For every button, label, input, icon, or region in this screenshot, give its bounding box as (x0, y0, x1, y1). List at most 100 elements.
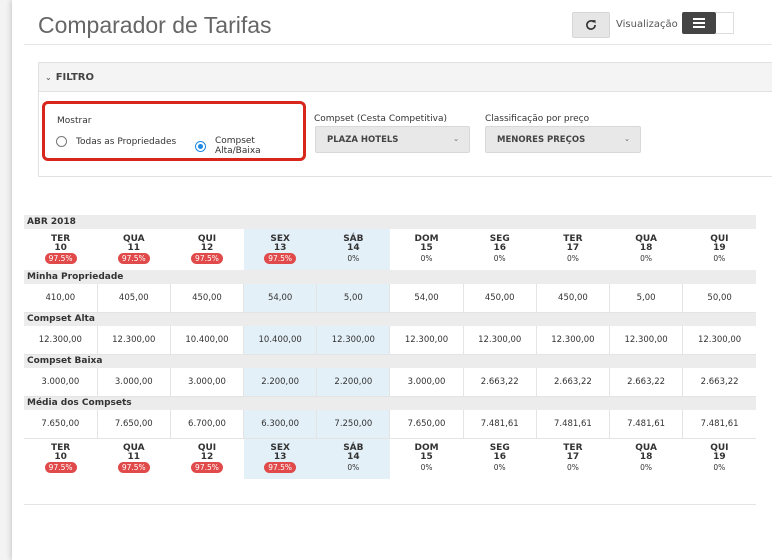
rate-cell[interactable]: 12.300,00 (316, 326, 391, 355)
rate-cell[interactable]: 7.250,00 (316, 410, 391, 439)
rate-cell[interactable]: 3.000,00 (170, 368, 245, 397)
table-bottom-divider (24, 504, 756, 505)
day-number: 16 (493, 243, 506, 253)
dates-row-bottom: TER 10 97.5% QUA 11 97.5% QUI 12 97.5% SEX 13 97.5%… (24, 438, 756, 479)
rate-cell[interactable]: 3.000,00 (97, 368, 171, 397)
day-number: 11 (127, 243, 141, 253)
rate-cell[interactable]: 7.481,61 (682, 410, 756, 439)
rate-cell[interactable]: 7.650,00 (389, 410, 464, 439)
occupancy-badge: 97.5% (44, 462, 77, 474)
day-number: 13 (273, 243, 287, 253)
date-cell[interactable]: SÁB 14 0% (316, 438, 390, 479)
date-cell[interactable]: SEX 13 97.5% (243, 229, 317, 270)
date-cell[interactable]: DOM 15 0% (390, 438, 463, 479)
chevron-down-icon: ⌄ (453, 135, 459, 143)
rate-cell[interactable]: 12.300,00 (609, 326, 684, 355)
rate-cell[interactable]: 7.481,61 (536, 410, 611, 439)
compset-select[interactable]: PLAZA HOTELS ⌄ (315, 126, 470, 153)
date-cell[interactable]: TER 17 0% (536, 438, 609, 479)
price-sort-select[interactable]: MENORES PREÇOS ⌄ (485, 126, 641, 153)
rate-cell[interactable]: 2.663,22 (536, 368, 611, 397)
rate-cell[interactable]: 450,00 (463, 284, 537, 313)
section-label: Compset Alta (24, 312, 756, 326)
rate-cell[interactable]: 405,00 (97, 284, 171, 313)
view-list-toggle[interactable] (682, 12, 716, 34)
occupancy-value: 0% (713, 463, 726, 473)
rate-cell[interactable]: 12.300,00 (463, 326, 537, 355)
rate-cell[interactable]: 7.650,00 (24, 410, 98, 439)
day-number: 12 (200, 243, 214, 253)
section-row: Compset Alta (24, 312, 756, 326)
date-cell[interactable]: TER 10 97.5% (24, 229, 97, 270)
occupancy-badge: 97.5% (191, 253, 223, 264)
rate-cell[interactable]: 6.300,00 (243, 410, 318, 439)
day-number: 17 (566, 452, 580, 463)
radio-button[interactable] (56, 136, 67, 147)
occupancy-value: 0% (640, 463, 653, 473)
occupancy-value: 0% (566, 254, 579, 263)
rate-cell[interactable]: 10.400,00 (170, 326, 245, 355)
date-cell[interactable]: QUI 12 97.5% (170, 229, 243, 270)
rate-cell[interactable]: 3.000,00 (389, 368, 464, 397)
rate-cell[interactable]: 2.663,22 (609, 368, 684, 397)
date-cell[interactable]: QUI 12 97.5% (170, 438, 243, 479)
rate-cell[interactable]: 7.481,61 (463, 410, 537, 439)
rate-cell[interactable]: 7.481,61 (609, 410, 684, 439)
view-grid-toggle[interactable] (716, 12, 734, 34)
chevron-down-icon: ⌄ (45, 72, 52, 82)
filter-toggle[interactable]: ⌄ FILTRO (39, 63, 772, 92)
day-number: 13 (273, 452, 287, 463)
price-sort-value: MENORES PREÇOS (497, 134, 586, 145)
day-number: 18 (639, 243, 653, 253)
rate-cell[interactable]: 50,00 (682, 284, 756, 313)
list-icon (693, 18, 705, 28)
rate-cell[interactable]: 12.300,00 (389, 326, 464, 355)
radio-label: Compset Alta/Baixa (214, 136, 261, 156)
day-number: 14 (347, 243, 360, 253)
radio-all-properties[interactable]: Todas as Propriedades (56, 136, 176, 147)
page-title: Comparador de Tarifas (38, 12, 272, 38)
date-cell[interactable]: QUI 19 0% (683, 229, 756, 270)
filter-heading: FILTRO (55, 71, 94, 83)
date-cell[interactable]: TER 17 0% (536, 229, 609, 270)
rate-cell[interactable]: 2.200,00 (316, 368, 391, 397)
date-cell[interactable]: QUI 19 0% (683, 438, 756, 479)
occupancy-value: 0% (493, 463, 506, 473)
date-cell[interactable]: QUA 18 0% (610, 229, 683, 270)
refresh-button[interactable] (572, 12, 610, 38)
date-cell[interactable]: SÁB 14 0% (316, 229, 390, 270)
date-cell[interactable]: TER 10 97.5% (24, 438, 97, 479)
rate-cell[interactable]: 2.200,00 (243, 368, 318, 397)
rate-cell[interactable]: 12.300,00 (97, 326, 171, 355)
rate-cell[interactable]: 54,00 (389, 284, 464, 313)
day-number: 16 (493, 452, 506, 463)
radio-button-selected[interactable] (195, 140, 206, 152)
rate-cell[interactable]: 12.300,00 (536, 326, 611, 355)
date-cell[interactable]: SEG 16 0% (463, 229, 536, 270)
rate-cell[interactable]: 2.663,22 (463, 368, 537, 397)
rate-cell[interactable]: 450,00 (170, 284, 245, 313)
rate-cell[interactable]: 5,00 (316, 284, 391, 313)
rate-cell[interactable]: 3.000,00 (24, 368, 98, 397)
rate-cell[interactable]: 12.300,00 (24, 326, 98, 355)
rate-cell[interactable]: 54,00 (243, 284, 318, 313)
rate-comparator-page: Comparador de Tarifas Visualização ⌄ FIL… (12, 0, 772, 560)
date-cell[interactable]: DOM 15 0% (390, 229, 463, 270)
date-cell[interactable]: QUA 11 97.5% (97, 229, 170, 270)
rate-cell[interactable]: 6.700,00 (170, 410, 245, 439)
day-number: 15 (420, 452, 433, 463)
rate-cell[interactable]: 7.650,00 (97, 410, 171, 439)
date-cell[interactable]: SEG 16 0% (463, 438, 536, 479)
day-number: 19 (713, 452, 726, 463)
date-cell[interactable]: SEX 13 97.5% (243, 438, 317, 479)
day-number: 12 (200, 452, 214, 463)
date-cell[interactable]: QUA 18 0% (610, 438, 683, 479)
rate-cell[interactable]: 2.663,22 (682, 368, 756, 397)
rate-cell[interactable]: 410,00 (24, 284, 98, 313)
date-cell[interactable]: QUA 11 97.5% (97, 438, 170, 479)
rate-cell[interactable]: 12.300,00 (682, 326, 756, 355)
radio-compset-high-low[interactable]: Compset Alta/Baixa (195, 136, 303, 156)
rate-cell[interactable]: 5,00 (609, 284, 684, 313)
rate-cell[interactable]: 450,00 (536, 284, 611, 313)
rate-cell[interactable]: 10.400,00 (243, 326, 318, 355)
